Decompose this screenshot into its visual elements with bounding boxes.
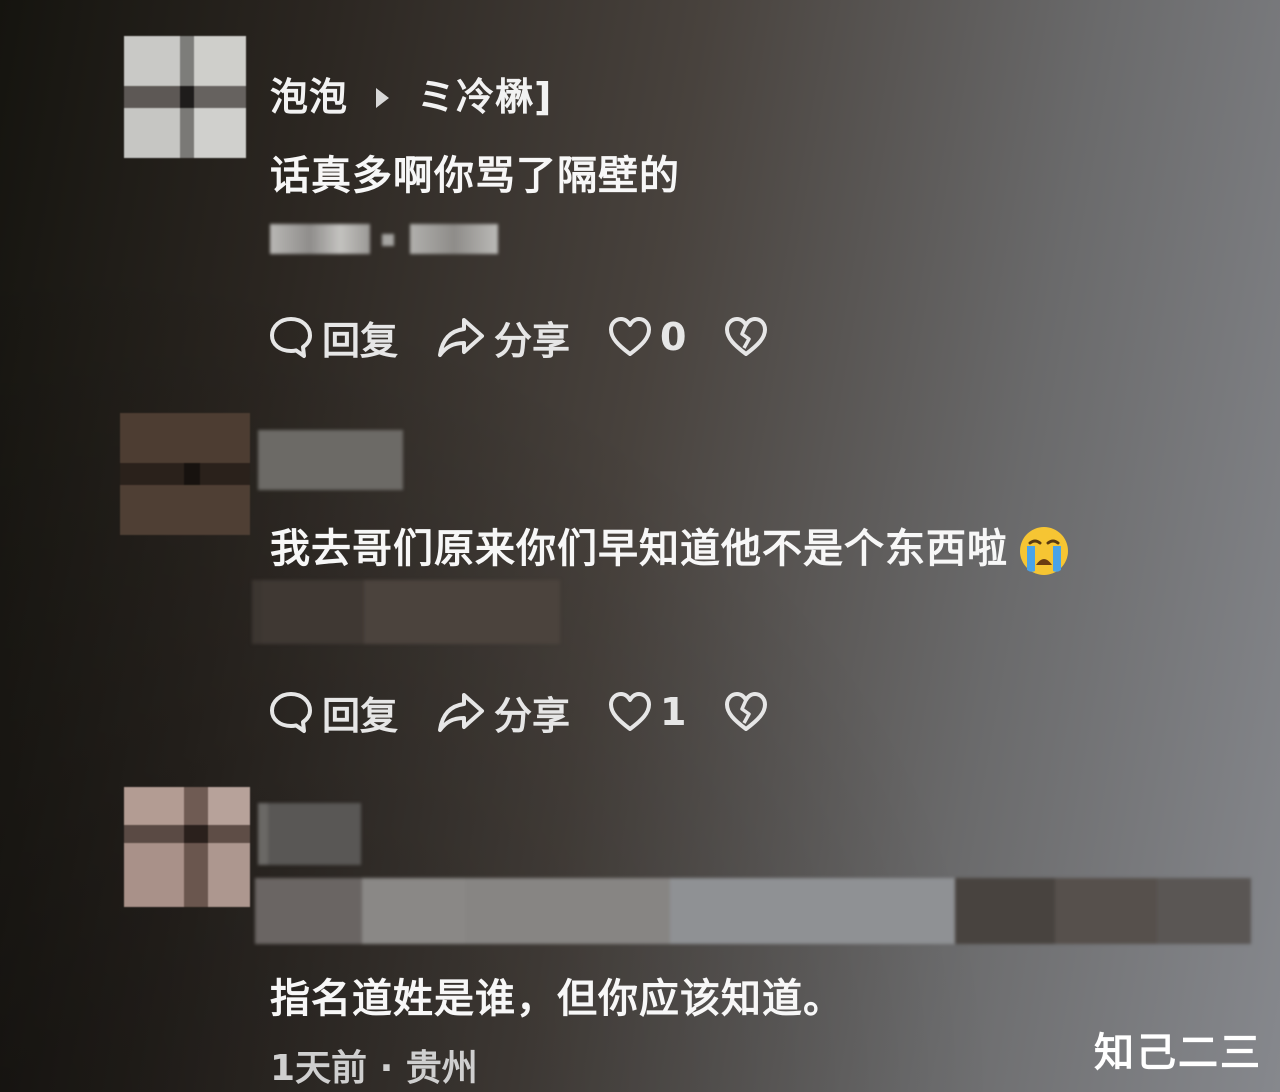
comment-bubble-icon (270, 692, 312, 733)
comment-text: 话真多啊你骂了隔壁的 (270, 153, 680, 199)
share-arrow-icon (438, 693, 485, 732)
heart-icon (609, 692, 652, 731)
blurred-username (258, 430, 403, 490)
blurred-username (258, 803, 361, 865)
like-count: 1 (660, 690, 687, 734)
loudly-crying-face-icon (1020, 527, 1068, 575)
share-label: 分享 (494, 693, 571, 738)
like-count: 0 (660, 315, 687, 359)
blurred-reply-context (255, 878, 1251, 944)
avatar[interactable] (120, 413, 250, 535)
dislike-button[interactable] (724, 315, 768, 359)
like-button[interactable]: 1 (608, 690, 686, 734)
reply-arrow-icon (376, 87, 390, 108)
share-button[interactable]: 分享 (436, 685, 570, 740)
like-button[interactable]: 0 (608, 315, 686, 359)
dislike-button[interactable] (724, 690, 768, 734)
comment-meta: 1天前 · 贵州 (270, 1048, 478, 1089)
comment-actions: 回复 分享 1 (268, 688, 806, 738)
blurred-meta (252, 580, 560, 644)
comment-text: 我去哥们原来你们早知道他不是个东西啦 (270, 526, 1008, 572)
watermark: 知己二三 (1094, 1030, 1262, 1076)
avatar[interactable] (124, 787, 250, 907)
share-label: 分享 (494, 318, 571, 363)
comment-text-row: 我去哥们原来你们早知道他不是个东西啦 (270, 516, 1070, 577)
reply-button[interactable]: 回复 (268, 310, 398, 365)
comment-text: 指名道姓是谁，但你应该知道。 (270, 976, 844, 1022)
share-button[interactable]: 分享 (436, 310, 570, 365)
heart-icon (609, 317, 652, 356)
reply-to-username[interactable]: ミ冷楙] (417, 75, 552, 119)
reply-label: 回复 (322, 318, 399, 363)
blurred-meta (270, 220, 498, 256)
broken-heart-icon (725, 317, 768, 356)
reply-label: 回复 (322, 693, 399, 738)
avatar[interactable] (124, 36, 246, 158)
username[interactable]: 泡泡 (270, 75, 348, 119)
comment-actions: 回复 分享 0 (268, 313, 806, 363)
broken-heart-icon (725, 692, 768, 731)
reply-button[interactable]: 回复 (268, 685, 398, 740)
comment-header: 泡泡 ミ冷楙] (270, 66, 552, 121)
share-arrow-icon (438, 318, 485, 357)
comment-bubble-icon (270, 317, 312, 358)
